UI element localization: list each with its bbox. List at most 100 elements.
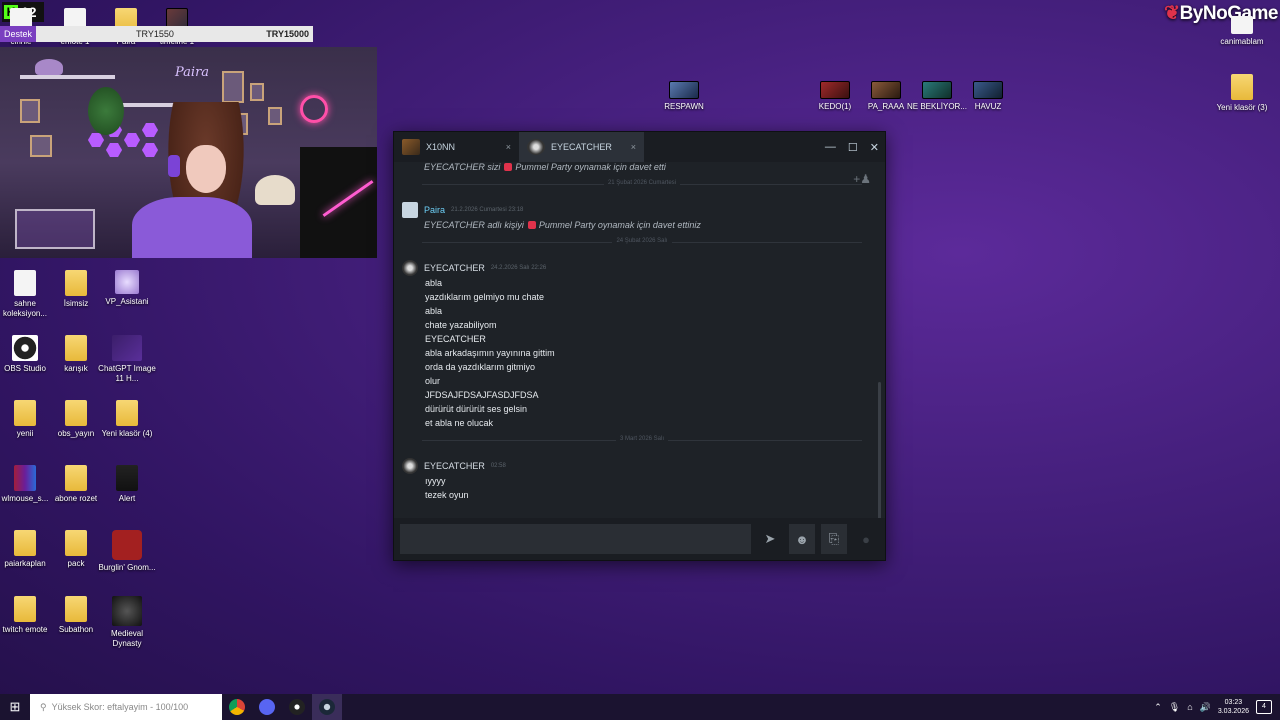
- taskbar-search[interactable]: ⚲ Yüksek Skor: eftalyayim - 100/100: [30, 694, 222, 720]
- donation-label: Destek: [0, 26, 37, 42]
- system-message: EYECATCHER sizi Pummel Party oynamak için…: [424, 162, 666, 172]
- video-icon: [820, 81, 850, 99]
- obs-taskbar-icon[interactable]: [282, 694, 312, 720]
- file-icon: [1231, 16, 1253, 34]
- close-icon[interactable]: ✕: [870, 141, 879, 154]
- chat-line: yazdıklarım gelmiyo mu chate: [425, 292, 545, 302]
- notification-icon[interactable]: 4: [1256, 700, 1272, 714]
- microphone-icon[interactable]: 🎙: [1169, 702, 1180, 713]
- chat-line: abla: [425, 278, 443, 288]
- shelf: [20, 75, 115, 79]
- date-separator: 24 Şubat 2026 Salı: [422, 238, 862, 249]
- chat-history[interactable]: EYECATCHER sizi Pummel Party oynamak için…: [394, 162, 885, 520]
- stream-avatar-overlay: Paira: [0, 47, 377, 258]
- network-icon[interactable]: ⌂: [1187, 702, 1192, 712]
- desktop-icon[interactable]: Burglin' Gnom...: [96, 530, 158, 573]
- bynogame-flame-icon: ❦: [1164, 3, 1180, 24]
- picture-frame: [222, 71, 244, 103]
- desktop-icon[interactable]: VP_Asistani: [96, 270, 158, 307]
- voice-icon[interactable]: ●: [853, 524, 879, 554]
- chat-line: chate yazabiliyom: [425, 320, 497, 330]
- assistant-icon: [115, 270, 139, 294]
- mushroom-lamp: [255, 175, 295, 205]
- desktop-icon[interactable]: Yeni klasör (4): [96, 400, 158, 439]
- chrome-icon[interactable]: [222, 694, 252, 720]
- avatar-face: [186, 145, 226, 193]
- desktop-icon[interactable]: HAVUZ: [957, 81, 1019, 112]
- neon-ring: [300, 95, 328, 123]
- date-separator: 3 Mart 2026 Salı: [422, 436, 862, 447]
- video-icon: [871, 81, 901, 99]
- folder-icon: [14, 530, 36, 556]
- folder-icon: [65, 270, 87, 296]
- pummel-party-icon: [527, 221, 536, 229]
- bowl-decoration: [35, 59, 63, 75]
- chevron-up-icon[interactable]: ⌃: [1154, 702, 1162, 713]
- headphone-icon: [168, 155, 180, 177]
- chat-line: abla arkadaşımın yayınına gittim: [425, 348, 555, 358]
- donation-amount: TRY1550: [136, 29, 174, 39]
- picture-frame: [20, 99, 40, 123]
- minimize-icon[interactable]: —: [825, 141, 836, 153]
- neon-name-sign: Paira: [175, 65, 210, 80]
- folder-icon: [1231, 74, 1253, 100]
- avatar: [402, 139, 420, 155]
- windows-start-icon[interactable]: ⊞: [0, 694, 30, 720]
- avatar: [402, 458, 418, 474]
- taskbar: ⊞ ⚲ Yüksek Skor: eftalyayim - 100/100 ⌃ …: [0, 694, 1280, 720]
- game-icon: [112, 530, 142, 560]
- desktop-icon[interactable]: Medieval Dynasty: [96, 596, 158, 649]
- folder-icon: [65, 596, 87, 622]
- steam-chat-window: X10NN × EYECATCHER × — ☐ ✕ EYECATCHER si…: [393, 131, 886, 561]
- chat-line: tezek oyun: [425, 490, 469, 500]
- hex-light: [106, 143, 122, 157]
- search-text: Yüksek Skor: eftalyayim - 100/100: [51, 702, 189, 712]
- chat-tab-eyecatcher[interactable]: EYECATCHER ×: [519, 132, 644, 162]
- desktop-icon[interactable]: Alert: [96, 465, 158, 504]
- send-icon[interactable]: ➤: [757, 524, 783, 554]
- chat-input-bar: ➤ ☻ ⎘ ●: [394, 518, 885, 560]
- desktop-icon[interactable]: RESPAWN: [653, 81, 715, 112]
- picture-frame: [30, 135, 52, 157]
- folder-icon: [14, 400, 36, 426]
- clock[interactable]: 03:23 3.03.2026: [1218, 698, 1249, 716]
- folder-icon: [65, 400, 87, 426]
- hex-light: [88, 133, 104, 147]
- steam-icon[interactable]: [312, 694, 342, 720]
- folder-icon: [65, 530, 87, 556]
- message-header: Paira 21.2.2026 Cumartesi 23:18: [402, 202, 523, 218]
- chat-line: abla: [425, 306, 443, 316]
- chat-line: dürürüt dürürüt ses gelsin: [425, 404, 528, 414]
- discord-icon[interactable]: [252, 694, 282, 720]
- avatar: [402, 260, 418, 276]
- file-icon: [14, 270, 36, 296]
- message-input[interactable]: [400, 524, 751, 554]
- volume-icon[interactable]: 🔊: [1200, 702, 1211, 713]
- game-icon: [112, 596, 142, 626]
- side-table: [15, 209, 95, 249]
- hex-light: [124, 133, 140, 147]
- maximize-icon[interactable]: ☐: [848, 141, 858, 154]
- avatar-body: [132, 197, 252, 258]
- folder-icon: [116, 465, 138, 491]
- desktop-icon[interactable]: canimablam: [1211, 16, 1273, 47]
- folder-icon: [65, 335, 87, 361]
- donation-goal: TRY15000: [266, 29, 309, 39]
- emoji-icon[interactable]: ☻: [789, 524, 815, 554]
- folder-icon: [65, 465, 87, 491]
- close-tab-icon[interactable]: ×: [506, 142, 511, 152]
- chat-tab-x10nn[interactable]: X10NN ×: [394, 132, 519, 162]
- obs-icon: [12, 335, 38, 361]
- hex-light: [142, 143, 158, 157]
- chat-line: JFDSAJFDSAJFASDJFDSA: [425, 390, 539, 400]
- picture-frame: [250, 83, 264, 101]
- folder-icon: [14, 596, 36, 622]
- close-tab-icon[interactable]: ×: [631, 142, 636, 152]
- donation-goal-bar: Destek TRY1550 TRY15000: [0, 26, 313, 42]
- desktop-icon[interactable]: Yeni klasör (3): [1211, 74, 1273, 113]
- attach-icon[interactable]: ⎘: [821, 524, 847, 554]
- pummel-party-icon: [504, 163, 513, 171]
- folder-icon: [116, 400, 138, 426]
- desktop-icon[interactable]: ChatGPT Image 11 H...: [96, 335, 158, 384]
- chat-scrollbar[interactable]: [878, 382, 881, 520]
